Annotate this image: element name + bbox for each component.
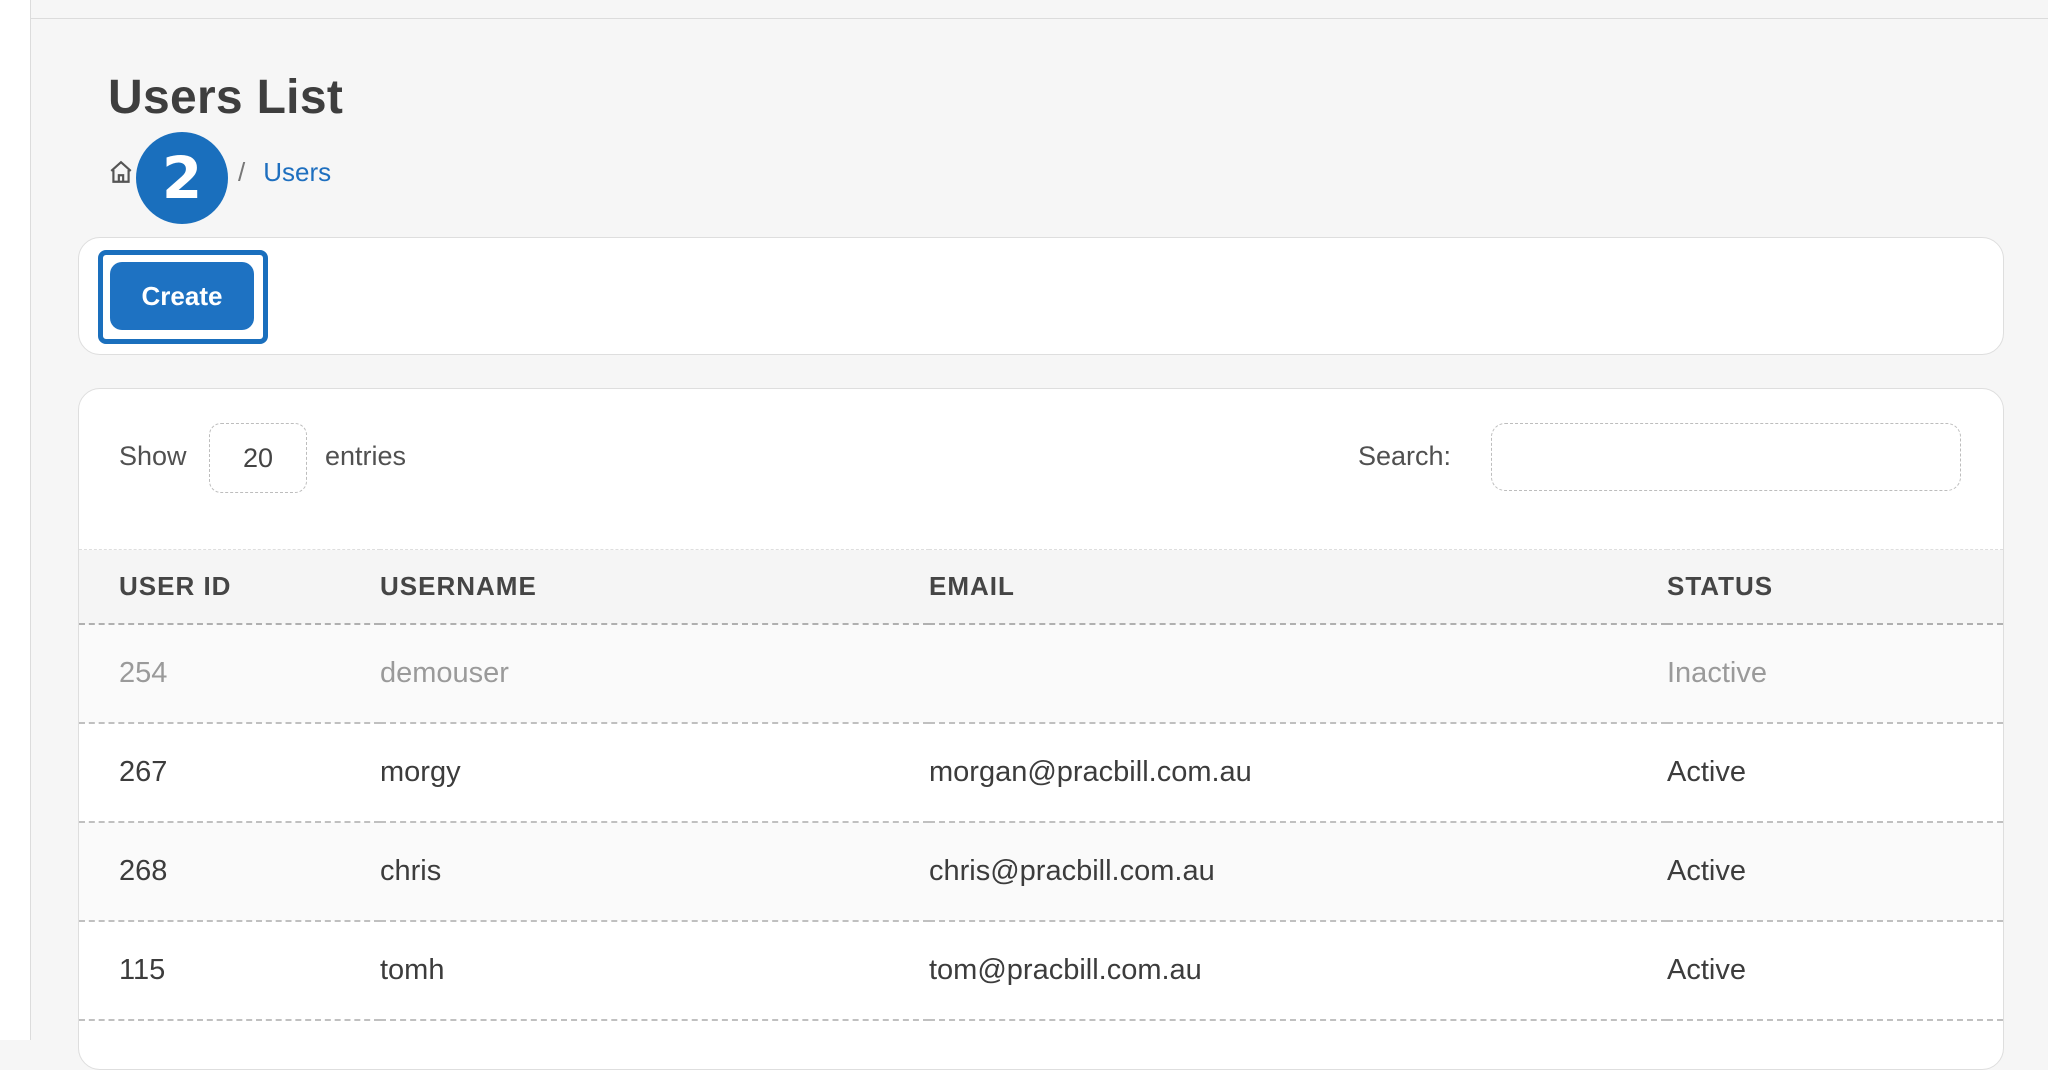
column-header-email[interactable]: EMAIL <box>929 549 1667 625</box>
page-title: Users List <box>108 71 344 124</box>
create-button[interactable]: Create <box>110 262 254 330</box>
entries-label: entries <box>325 441 407 471</box>
cell-username: morgy <box>380 722 929 823</box>
cell-status: Inactive <box>1667 623 2003 724</box>
cell-username: demouser <box>380 623 929 724</box>
column-header-status[interactable]: STATUS <box>1667 549 2003 625</box>
cell-status: Active <box>1667 722 2003 823</box>
column-header-username[interactable]: USERNAME <box>380 549 929 625</box>
table-row[interactable]: 268 chris chris@pracbill.com.au Active <box>79 821 2003 922</box>
top-bar <box>31 0 2048 19</box>
action-card <box>78 237 2004 355</box>
show-label: Show <box>119 441 187 471</box>
cell-username: tomh <box>380 920 929 1021</box>
table-row[interactable]: 115 tomh tom@pracbill.com.au Active <box>79 920 2003 1021</box>
table-row[interactable]: 254 demouser Inactive <box>79 623 2003 724</box>
cell-email: chris@pracbill.com.au <box>929 821 1667 922</box>
entries-per-page-select[interactable]: 20 <box>209 423 307 493</box>
search-label: Search: <box>1358 441 1452 471</box>
cell-email: morgan@pracbill.com.au <box>929 722 1667 823</box>
cell-status: Active <box>1667 920 2003 1021</box>
step-number-badge: 2 <box>136 132 228 224</box>
search-input[interactable] <box>1491 423 1961 491</box>
table-header-row: USER ID USERNAME EMAIL STATUS <box>79 549 2003 625</box>
breadcrumb-users-link[interactable]: Users <box>263 157 331 188</box>
users-table: USER ID USERNAME EMAIL STATUS 254 demous… <box>79 549 2003 1021</box>
cell-username: chris <box>380 821 929 922</box>
table-controls: Show 20 entries Search: <box>79 389 2003 549</box>
cell-user-id: 254 <box>79 623 380 724</box>
cell-user-id: 268 <box>79 821 380 922</box>
column-header-user-id[interactable]: USER ID <box>79 549 380 625</box>
table-row[interactable]: 267 morgy morgan@pracbill.com.au Active <box>79 722 2003 823</box>
cell-email <box>929 623 1667 724</box>
home-icon[interactable] <box>108 159 134 185</box>
breadcrumb-separator: / <box>238 156 246 187</box>
cell-user-id: 267 <box>79 722 380 823</box>
cell-email: tom@pracbill.com.au <box>929 920 1667 1021</box>
users-table-card: Show 20 entries Search: USER ID USERNAME… <box>78 388 2004 1070</box>
left-rail <box>0 0 31 1040</box>
cell-user-id: 115 <box>79 920 380 1021</box>
cell-status: Active <box>1667 821 2003 922</box>
